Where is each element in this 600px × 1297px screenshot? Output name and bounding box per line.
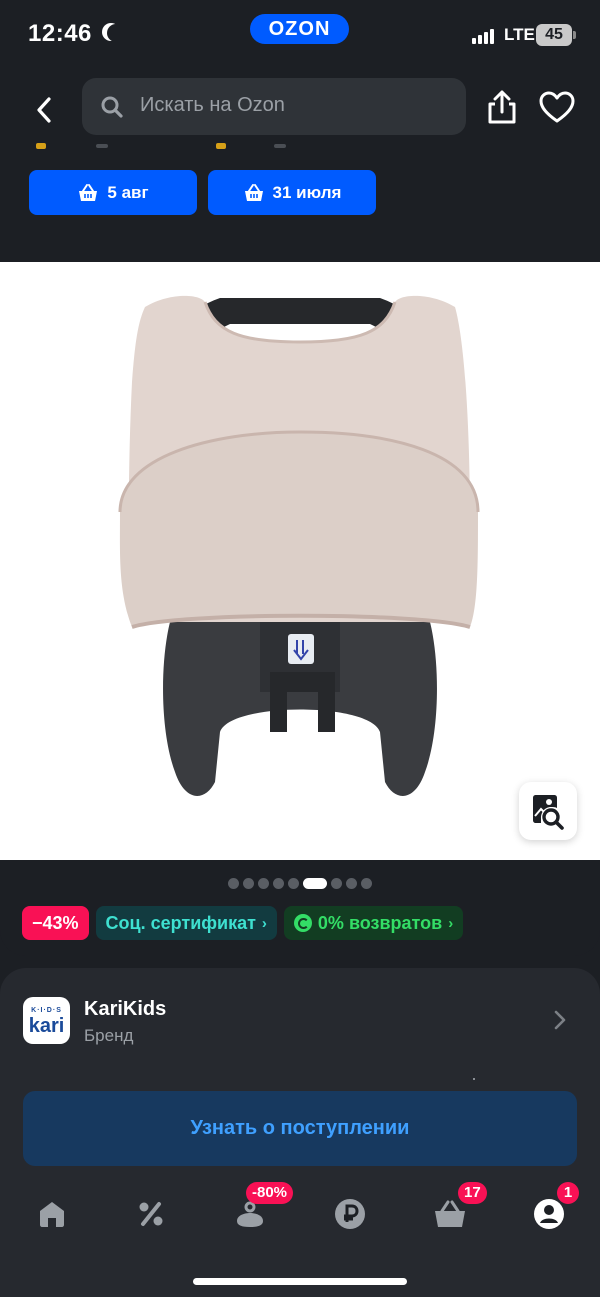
share-button[interactable] [485, 88, 519, 126]
certificate-label: Соц. сертификат [105, 912, 256, 933]
search-placeholder: Искать на Ozon [140, 94, 285, 116]
home-indicator [193, 1278, 407, 1285]
signal-icon [472, 28, 498, 44]
battery-indicator: 45 [536, 24, 576, 46]
nav-discounts[interactable] [131, 1194, 171, 1234]
nav-profile[interactable]: 1 [529, 1182, 579, 1234]
status-time: 12:46 [28, 20, 92, 47]
chevron-right-icon[interactable] [552, 1008, 568, 1032]
pagination-dot[interactable] [258, 878, 269, 889]
chevron-right-icon: › [261, 914, 267, 932]
share-icon [488, 90, 516, 124]
search-input[interactable]: Искать на Ozon [82, 78, 466, 135]
heart-icon [539, 91, 575, 123]
product-image[interactable] [0, 262, 600, 860]
nav-fresh[interactable]: -80% [230, 1182, 294, 1234]
brand-name[interactable]: KariKids [84, 998, 166, 1021]
notify-arrival-button[interactable]: Узнать о поступлении [23, 1091, 577, 1166]
return-icon [293, 914, 312, 932]
pagination-dot[interactable] [228, 878, 239, 889]
delivery-date-1: 5 авг [107, 182, 149, 202]
back-button[interactable] [30, 90, 58, 130]
chevron-left-icon [37, 97, 51, 123]
product-chips: −43% Соц. сертификат › 0% возвратов › [22, 906, 464, 940]
pagination-dot[interactable] [346, 878, 357, 889]
certificate-chip[interactable]: Соц. сертификат › [95, 906, 277, 940]
car-seat-image [118, 295, 480, 796]
badge-fresh: -80% [246, 1182, 294, 1204]
returns-label: 0% возвратов [317, 912, 443, 933]
pagination-dot[interactable] [273, 878, 284, 889]
nav-finance[interactable] [330, 1194, 370, 1234]
badge-cart: 17 [458, 1182, 487, 1204]
brand-logo-kids: K·I·D·S [31, 1007, 62, 1014]
pagination-dot[interactable] [361, 878, 372, 889]
delivery-button-1[interactable]: 5 авг [29, 170, 197, 215]
ruble-icon [335, 1199, 365, 1229]
network-label: LTE [504, 25, 535, 44]
brand-subtitle: Бренд [84, 1026, 134, 1045]
home-icon [40, 1202, 64, 1227]
visual-search-button[interactable] [519, 782, 577, 840]
bottom-navigation: -80% 17 1 [0, 1180, 600, 1260]
gallery-pagination [0, 878, 600, 889]
image-search-icon [533, 795, 564, 830]
moon-icon [107, 24, 125, 42]
header: Искать на Ozon 5 авг 31 июля [0, 72, 600, 234]
cart-icon [435, 1200, 465, 1227]
nav-home[interactable] [32, 1194, 72, 1234]
percent-icon [139, 1202, 163, 1226]
pagination-dot[interactable] [288, 878, 299, 889]
pagination-dot[interactable] [303, 878, 327, 889]
discount-value: −43% [32, 912, 79, 933]
favorite-button[interactable] [538, 90, 576, 124]
profile-icon [534, 1199, 564, 1229]
ozon-logo: OZON [250, 14, 349, 44]
delivery-date-2: 31 июля [272, 182, 342, 202]
discount-badge: −43% [22, 906, 89, 940]
scrolled-content-edge [36, 141, 296, 149]
badge-profile: 1 [557, 1182, 579, 1204]
divider-dot [473, 1078, 475, 1080]
search-icon [101, 96, 123, 118]
status-bar: 12:46 OZON LTE 45 [0, 0, 600, 72]
pagination-dot[interactable] [243, 878, 254, 889]
returns-chip[interactable]: 0% возвратов › [283, 906, 464, 940]
brand-logo[interactable]: K·I·D·S kari [23, 997, 70, 1044]
chevron-right-icon: › [448, 914, 454, 932]
basket-icon [244, 183, 263, 201]
delivery-button-2[interactable]: 31 июля [208, 170, 376, 215]
brand-logo-text: kari [28, 1015, 65, 1037]
basket-icon [79, 183, 98, 201]
nav-cart[interactable]: 17 [430, 1182, 487, 1234]
pagination-dot[interactable] [331, 878, 342, 889]
